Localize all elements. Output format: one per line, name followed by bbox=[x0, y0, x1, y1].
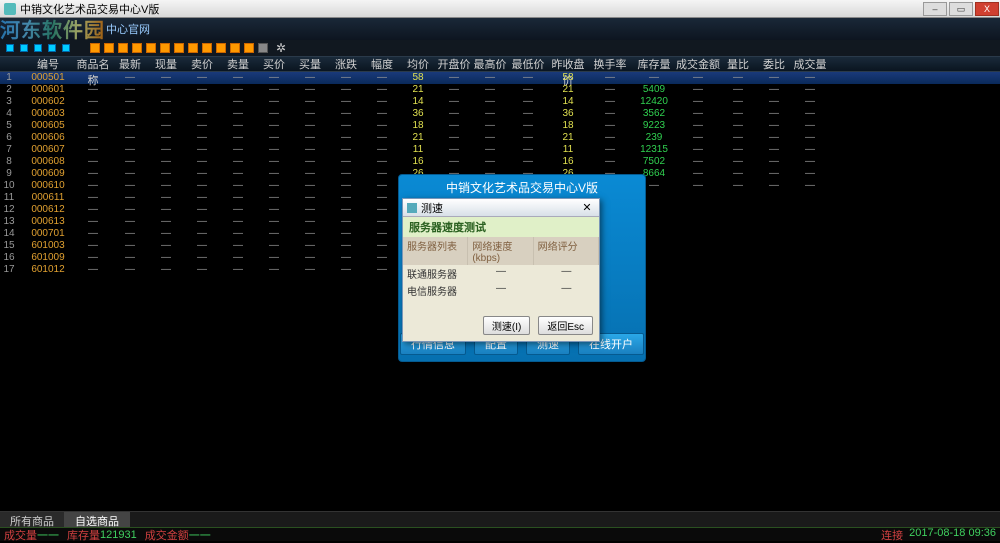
status-amt-label: 成交金额 bbox=[145, 527, 189, 543]
tool-1[interactable] bbox=[90, 43, 100, 53]
col-pct[interactable]: 幅度 bbox=[364, 57, 400, 71]
tool-11[interactable] bbox=[230, 43, 240, 53]
col-speed: 网络速度(kbps) bbox=[468, 237, 533, 265]
server-speed: — bbox=[468, 282, 533, 299]
col-chg[interactable]: 涨跌 bbox=[328, 57, 364, 71]
top-banner: 河东软件园 中心官网 bbox=[0, 18, 1000, 40]
col-stock[interactable]: 库存量 bbox=[632, 57, 676, 71]
server-row-1[interactable]: 联通服务器 — — bbox=[403, 265, 599, 282]
col-turn[interactable]: 换手率 bbox=[588, 57, 632, 71]
col-open[interactable]: 开盘价 bbox=[436, 57, 472, 71]
col-askv[interactable]: 卖量 bbox=[220, 57, 256, 71]
tab-selected-products[interactable]: 自选商品 bbox=[65, 512, 130, 527]
table-row[interactable]: 4000603—————————36———36—3562———— bbox=[0, 108, 1000, 120]
tool-4[interactable] bbox=[132, 43, 142, 53]
gear-icon[interactable]: ✲ bbox=[276, 41, 286, 55]
tool-small-4[interactable] bbox=[48, 44, 56, 52]
tool-7[interactable] bbox=[174, 43, 184, 53]
center-link[interactable]: 中心官网 bbox=[106, 21, 150, 37]
table-row[interactable]: 7000607—————————11———11—12315———— bbox=[0, 144, 1000, 156]
window-titlebar: 中销文化艺术品交易中心V版 – ▭ X bbox=[0, 0, 1000, 18]
dialog-title: 测速 bbox=[421, 200, 443, 216]
grid-headers: 编号 商品名称 最新 现量 卖价 卖量 买价 买量 涨跌 幅度 均价 开盘价 最… bbox=[0, 56, 1000, 72]
app-icon bbox=[4, 3, 16, 15]
table-row[interactable]: 8000608—————————16———16—7502———— bbox=[0, 156, 1000, 168]
tool-6[interactable] bbox=[160, 43, 170, 53]
col-commit[interactable]: 委比 bbox=[756, 57, 792, 71]
watermark-text: 河东软件园 bbox=[0, 14, 105, 43]
col-avg[interactable]: 均价 bbox=[400, 57, 436, 71]
bottom-tabs: 所有商品 自选商品 bbox=[0, 511, 1000, 527]
maximize-button[interactable]: ▭ bbox=[949, 2, 973, 16]
tool-small-3[interactable] bbox=[34, 44, 42, 52]
tool-small-2[interactable] bbox=[20, 44, 28, 52]
col-server: 服务器列表 bbox=[403, 237, 468, 265]
status-stock-value: 121931 bbox=[100, 529, 137, 541]
col-bid[interactable]: 买价 bbox=[256, 57, 292, 71]
col-low[interactable]: 最低价 bbox=[508, 57, 548, 71]
tool-13[interactable] bbox=[258, 43, 268, 53]
tab-all-products[interactable]: 所有商品 bbox=[0, 512, 65, 527]
status-vol-label: 成交量 bbox=[4, 527, 37, 543]
status-amt-value: 一一 bbox=[189, 527, 211, 543]
col-name[interactable]: 商品名称 bbox=[74, 57, 112, 71]
server-row-2[interactable]: 电信服务器 — — bbox=[403, 282, 599, 299]
dialog-close-button[interactable]: ✕ bbox=[579, 201, 595, 214]
col-bidv[interactable]: 买量 bbox=[292, 57, 328, 71]
tool-small-5[interactable] bbox=[62, 44, 70, 52]
server-speed: — bbox=[468, 265, 533, 282]
col-score: 网络评分 bbox=[534, 237, 599, 265]
col-amt[interactable]: 成交金额 bbox=[676, 57, 720, 71]
status-vol-value: 一一 bbox=[37, 527, 59, 543]
dialog-titlebar[interactable]: 测速 ✕ bbox=[403, 199, 599, 217]
server-score: — bbox=[534, 282, 599, 299]
speed-test-dialog: 测速 ✕ 服务器速度测试 服务器列表 网络速度(kbps) 网络评分 联通服务器… bbox=[402, 198, 600, 342]
dialog-subtitle: 服务器速度测试 bbox=[403, 217, 599, 237]
test-speed-button[interactable]: 测速(I) bbox=[483, 316, 530, 335]
col-code[interactable]: 编号 bbox=[22, 57, 74, 71]
table-row[interactable]: 6000606—————————21———21—239———— bbox=[0, 132, 1000, 144]
tool-3[interactable] bbox=[118, 43, 128, 53]
col-vol[interactable]: 现量 bbox=[148, 57, 184, 71]
col-totvol[interactable]: 成交量 bbox=[792, 57, 828, 71]
toolbar: ✲ bbox=[0, 40, 1000, 56]
server-score: — bbox=[534, 265, 599, 282]
tool-5[interactable] bbox=[146, 43, 156, 53]
table-row[interactable]: 5000605—————————18———18—9223———— bbox=[0, 120, 1000, 132]
status-bar: 成交量 一一 库存量 121931 成交金额 一一 连接 2017-08-18 … bbox=[0, 527, 1000, 541]
server-name: 电信服务器 bbox=[403, 282, 468, 299]
col-ask[interactable]: 卖价 bbox=[184, 57, 220, 71]
tool-2[interactable] bbox=[104, 43, 114, 53]
status-stock-label: 库存量 bbox=[67, 527, 100, 543]
tool-8[interactable] bbox=[188, 43, 198, 53]
tool-10[interactable] bbox=[216, 43, 226, 53]
table-row[interactable]: 1000501—————————58———58—————— bbox=[0, 72, 1000, 84]
tool-9[interactable] bbox=[202, 43, 212, 53]
back-button[interactable]: 返回Esc bbox=[538, 316, 593, 335]
tool-12[interactable] bbox=[244, 43, 254, 53]
table-row[interactable]: 3000602—————————14———14—12420———— bbox=[0, 96, 1000, 108]
col-volratio[interactable]: 量比 bbox=[720, 57, 756, 71]
server-name: 联通服务器 bbox=[403, 265, 468, 282]
login-title: 中销文化艺术品交易中心V版 bbox=[399, 175, 645, 200]
status-time: 2017-08-18 09:36 bbox=[909, 527, 996, 543]
window-controls: – ▭ X bbox=[922, 1, 1000, 17]
connection-status: 连接 bbox=[881, 527, 903, 543]
tool-small-1[interactable] bbox=[6, 44, 14, 52]
col-pclose[interactable]: 昨收盘价 bbox=[548, 57, 588, 71]
table-row[interactable]: 2000601—————————21———21—5409———— bbox=[0, 84, 1000, 96]
col-high[interactable]: 最高价 bbox=[472, 57, 508, 71]
dialog-table-header: 服务器列表 网络速度(kbps) 网络评分 bbox=[403, 237, 599, 265]
dialog-icon bbox=[407, 203, 417, 213]
close-button[interactable]: X bbox=[975, 2, 999, 16]
col-last[interactable]: 最新 bbox=[112, 57, 148, 71]
minimize-button[interactable]: – bbox=[923, 2, 947, 16]
